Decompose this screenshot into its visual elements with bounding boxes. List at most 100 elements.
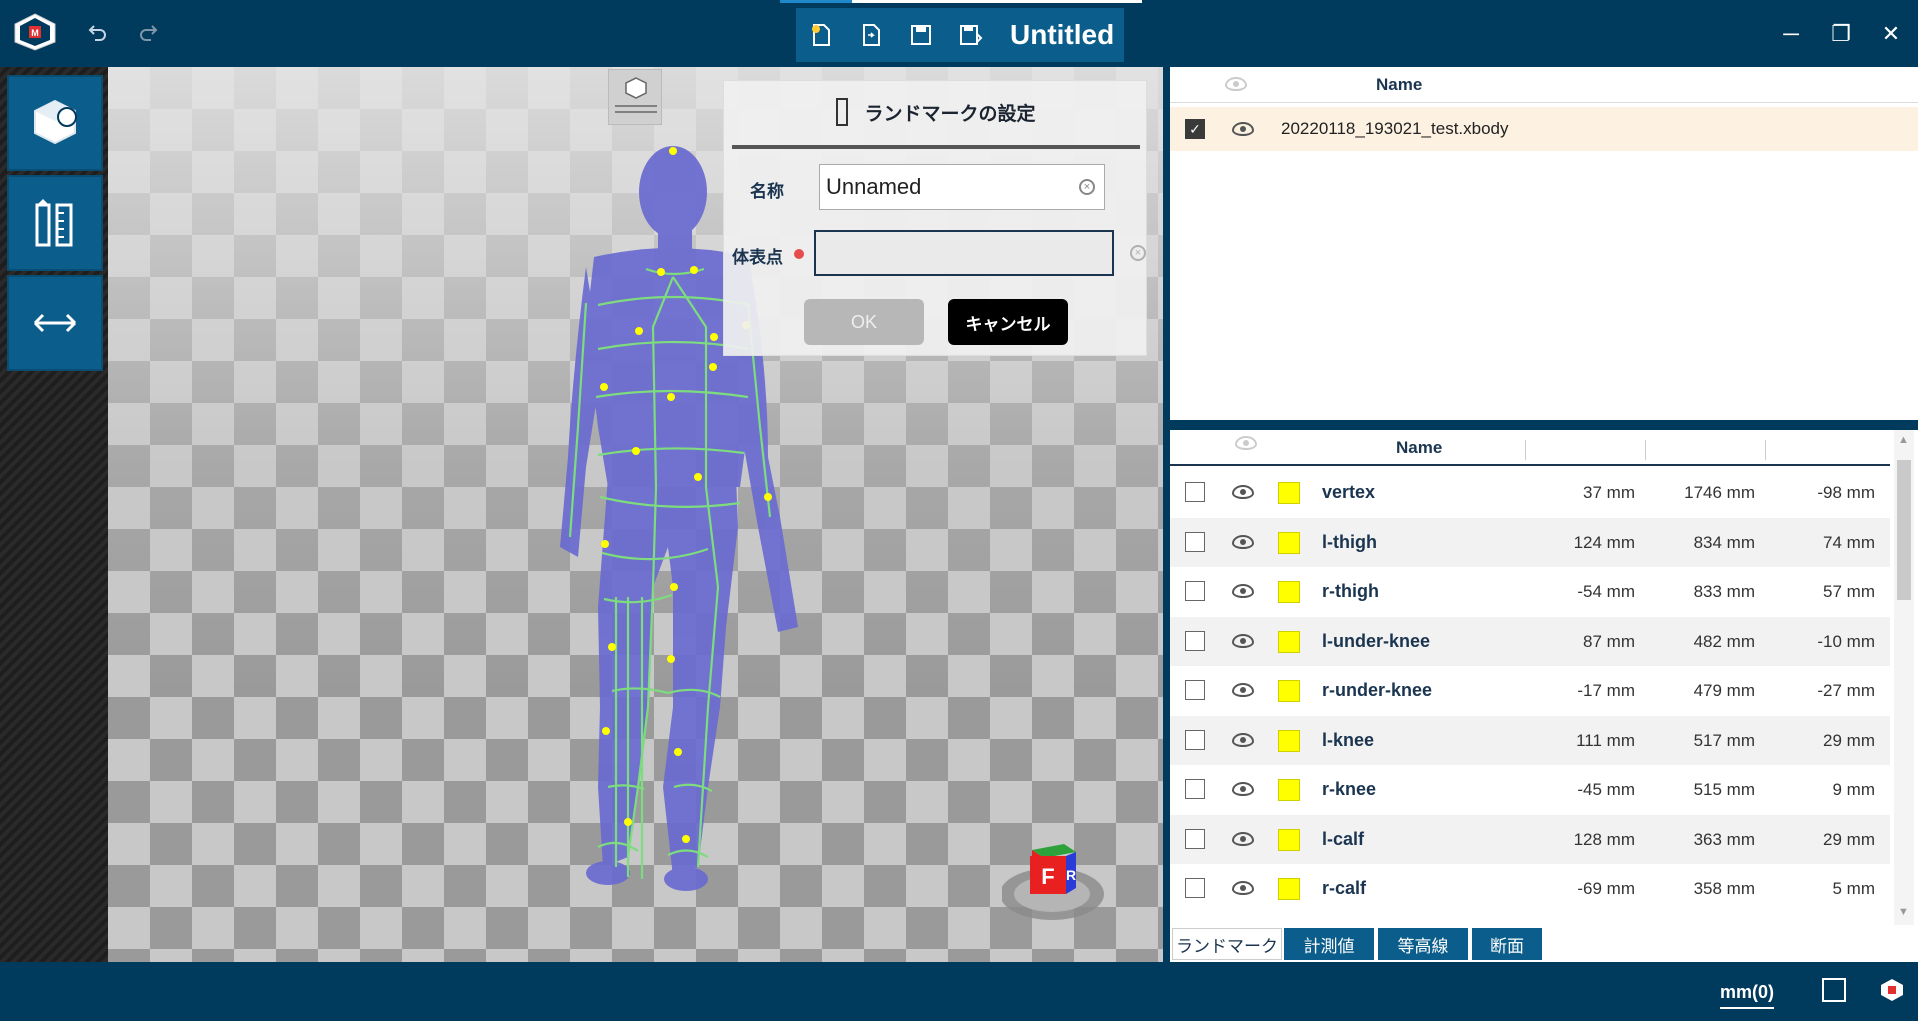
visibility-eye-icon[interactable]: [1232, 534, 1254, 549]
landmark-checkbox[interactable]: [1185, 779, 1205, 799]
landmark-checkbox[interactable]: [1185, 482, 1205, 502]
visibility-eye-icon[interactable]: [1232, 122, 1254, 136]
app-mode-icon[interactable]: [1880, 978, 1904, 1002]
landmark-x-value: -69 mm: [1577, 879, 1635, 898]
tab-measurements[interactable]: 計測値: [1284, 928, 1374, 960]
visibility-eye-icon[interactable]: [1232, 485, 1254, 499]
open-file-icon[interactable]: [846, 8, 896, 62]
landmark-y-value: 363 mm: [1693, 829, 1755, 849]
clear-name-icon[interactable]: ×: [1079, 179, 1095, 195]
landmark-row[interactable]: r-under-knee -17 mm 479 mm -27 mm: [1170, 666, 1890, 715]
tab-cross-section[interactable]: 断面: [1472, 928, 1542, 960]
title-bar: M Untitled ─ ❐ ✕: [0, 0, 1918, 67]
file-row[interactable]: ✓ 20220118_193021_test.xbody: [1170, 107, 1918, 151]
landmark-x-value: 87 mm: [1583, 631, 1635, 651]
navigation-cube[interactable]: F R: [1000, 834, 1112, 934]
body-model-tool-button[interactable]: [7, 75, 103, 171]
tab-landmark[interactable]: ランドマーク: [1172, 928, 1282, 960]
name-field[interactable]: Unnamed: [819, 164, 1105, 210]
landmark-checkbox[interactable]: [1185, 581, 1205, 601]
landmark-row[interactable]: l-calf 128 mm 363 mm 29 mm: [1170, 814, 1890, 864]
visibility-header-icon[interactable]: [1235, 436, 1257, 450]
visibility-eye-icon[interactable]: [1232, 683, 1254, 697]
landmark-color-swatch[interactable]: [1278, 828, 1300, 851]
tab-contours[interactable]: 等高線: [1378, 928, 1468, 960]
minimize-button[interactable]: ─: [1766, 14, 1816, 54]
save-icon[interactable]: [896, 8, 946, 62]
landmark-z-value: -98 mm: [1817, 483, 1875, 502]
panel-toggle-icon[interactable]: [1822, 978, 1846, 1002]
landmark-z-value: -10 mm: [1817, 631, 1875, 651]
landmark-checkbox[interactable]: [1185, 630, 1205, 651]
ok-button[interactable]: OK: [804, 299, 924, 345]
landmark-color-swatch[interactable]: [1278, 680, 1300, 702]
landmark-name: vertex: [1322, 482, 1376, 502]
landmark-checkbox[interactable]: [1185, 729, 1205, 750]
file-name-column-header[interactable]: Name: [1376, 75, 1422, 95]
undo-icon[interactable]: [78, 14, 118, 52]
landmark-name: r-thigh: [1322, 581, 1379, 601]
new-file-icon[interactable]: [796, 8, 846, 62]
distance-tool-button[interactable]: [7, 275, 103, 371]
landmark-name: l-under-knee: [1322, 630, 1431, 651]
landmark-row[interactable]: l-under-knee 87 mm 482 mm -10 mm: [1170, 616, 1890, 666]
nav-cube-right-label: R: [1066, 867, 1076, 883]
landmark-row[interactable]: r-thigh -54 mm 833 mm 57 mm: [1170, 567, 1890, 616]
landmark-row[interactable]: l-knee 111 mm 517 mm 29 mm: [1170, 715, 1890, 765]
dialog-title-text: ランドマークの設定: [864, 103, 1036, 125]
maximize-button[interactable]: ❐: [1816, 14, 1866, 54]
landmark-color-swatch[interactable]: [1278, 482, 1300, 504]
landmark-color-swatch[interactable]: [1278, 878, 1300, 900]
landmark-list-panel: Name vertex 37 mm 1746 mm -98 mm l-thigh 124 …: [1170, 430, 1918, 925]
visibility-eye-icon[interactable]: [1232, 732, 1254, 747]
landmark-z-value: 5 mm: [1832, 879, 1876, 898]
clear-point-icon[interactable]: ×: [1130, 245, 1146, 261]
visibility-eye-icon[interactable]: [1232, 633, 1254, 648]
landmark-name-column-header[interactable]: Name: [1396, 438, 1442, 458]
landmark-row[interactable]: r-calf -69 mm 358 mm 5 mm: [1170, 864, 1890, 913]
landmark-y-value: 517 mm: [1693, 730, 1755, 750]
landmark-y-value: 1746 mm: [1684, 483, 1755, 502]
landmark-z-value: 57 mm: [1823, 582, 1875, 601]
close-button[interactable]: ✕: [1866, 14, 1916, 54]
document-toolbar: Untitled: [796, 8, 1124, 62]
redo-icon[interactable]: [128, 14, 168, 52]
landmark-color-swatch[interactable]: [1278, 581, 1300, 603]
3d-viewport[interactable]: ランドマークの設定 名称 Unnamed × 体表点 × OK キャンセル F …: [108, 67, 1163, 962]
save-as-icon[interactable]: [946, 8, 996, 62]
file-checkbox[interactable]: ✓: [1185, 119, 1205, 139]
visibility-header-icon[interactable]: [1225, 77, 1247, 91]
landmark-row[interactable]: r-knee -45 mm 515 mm 9 mm: [1170, 765, 1890, 814]
landmark-checkbox[interactable]: [1185, 828, 1205, 849]
scroll-up-icon[interactable]: ▲: [1898, 434, 1910, 446]
landmark-checkbox[interactable]: [1185, 878, 1205, 898]
landmark-color-swatch[interactable]: [1278, 531, 1300, 554]
visibility-eye-icon[interactable]: [1232, 831, 1254, 846]
landmark-scrollbar[interactable]: ▲ ▼: [1894, 430, 1914, 925]
landmark-y-value: 479 mm: [1693, 681, 1755, 700]
measure-tool-button[interactable]: [7, 175, 103, 271]
landmark-y-value: 834 mm: [1693, 532, 1755, 552]
file-list-panel: Name ✓ 20220118_193021_test.xbody: [1170, 67, 1918, 420]
app-logo-icon[interactable]: M: [12, 12, 58, 52]
visibility-eye-icon[interactable]: [1232, 782, 1254, 796]
landmark-checkbox[interactable]: [1185, 531, 1205, 552]
column-separator: [1765, 440, 1766, 460]
landmark-color-swatch[interactable]: [1278, 630, 1300, 653]
panel-divider-horizontal[interactable]: [1170, 420, 1918, 430]
landmark-row[interactable]: vertex 37 mm 1746 mm -98 mm: [1170, 468, 1890, 517]
landmark-checkbox[interactable]: [1185, 680, 1205, 700]
landmark-z-value: -27 mm: [1817, 681, 1875, 700]
unit-selector[interactable]: mm(0): [1720, 982, 1775, 1009]
scroll-down-icon[interactable]: ▼: [1898, 906, 1910, 918]
body-point-field[interactable]: [814, 230, 1114, 276]
visibility-eye-icon[interactable]: [1232, 881, 1254, 895]
column-separator: [1525, 440, 1526, 460]
landmark-row[interactable]: l-thigh 124 mm 834 mm 74 mm: [1170, 517, 1890, 567]
landmark-color-swatch[interactable]: [1278, 779, 1300, 801]
scroll-thumb[interactable]: [1897, 460, 1911, 600]
cancel-button[interactable]: キャンセル: [948, 299, 1068, 345]
landmark-color-swatch[interactable]: [1278, 729, 1300, 752]
panel-divider[interactable]: [1163, 67, 1170, 962]
visibility-eye-icon[interactable]: [1232, 584, 1254, 598]
